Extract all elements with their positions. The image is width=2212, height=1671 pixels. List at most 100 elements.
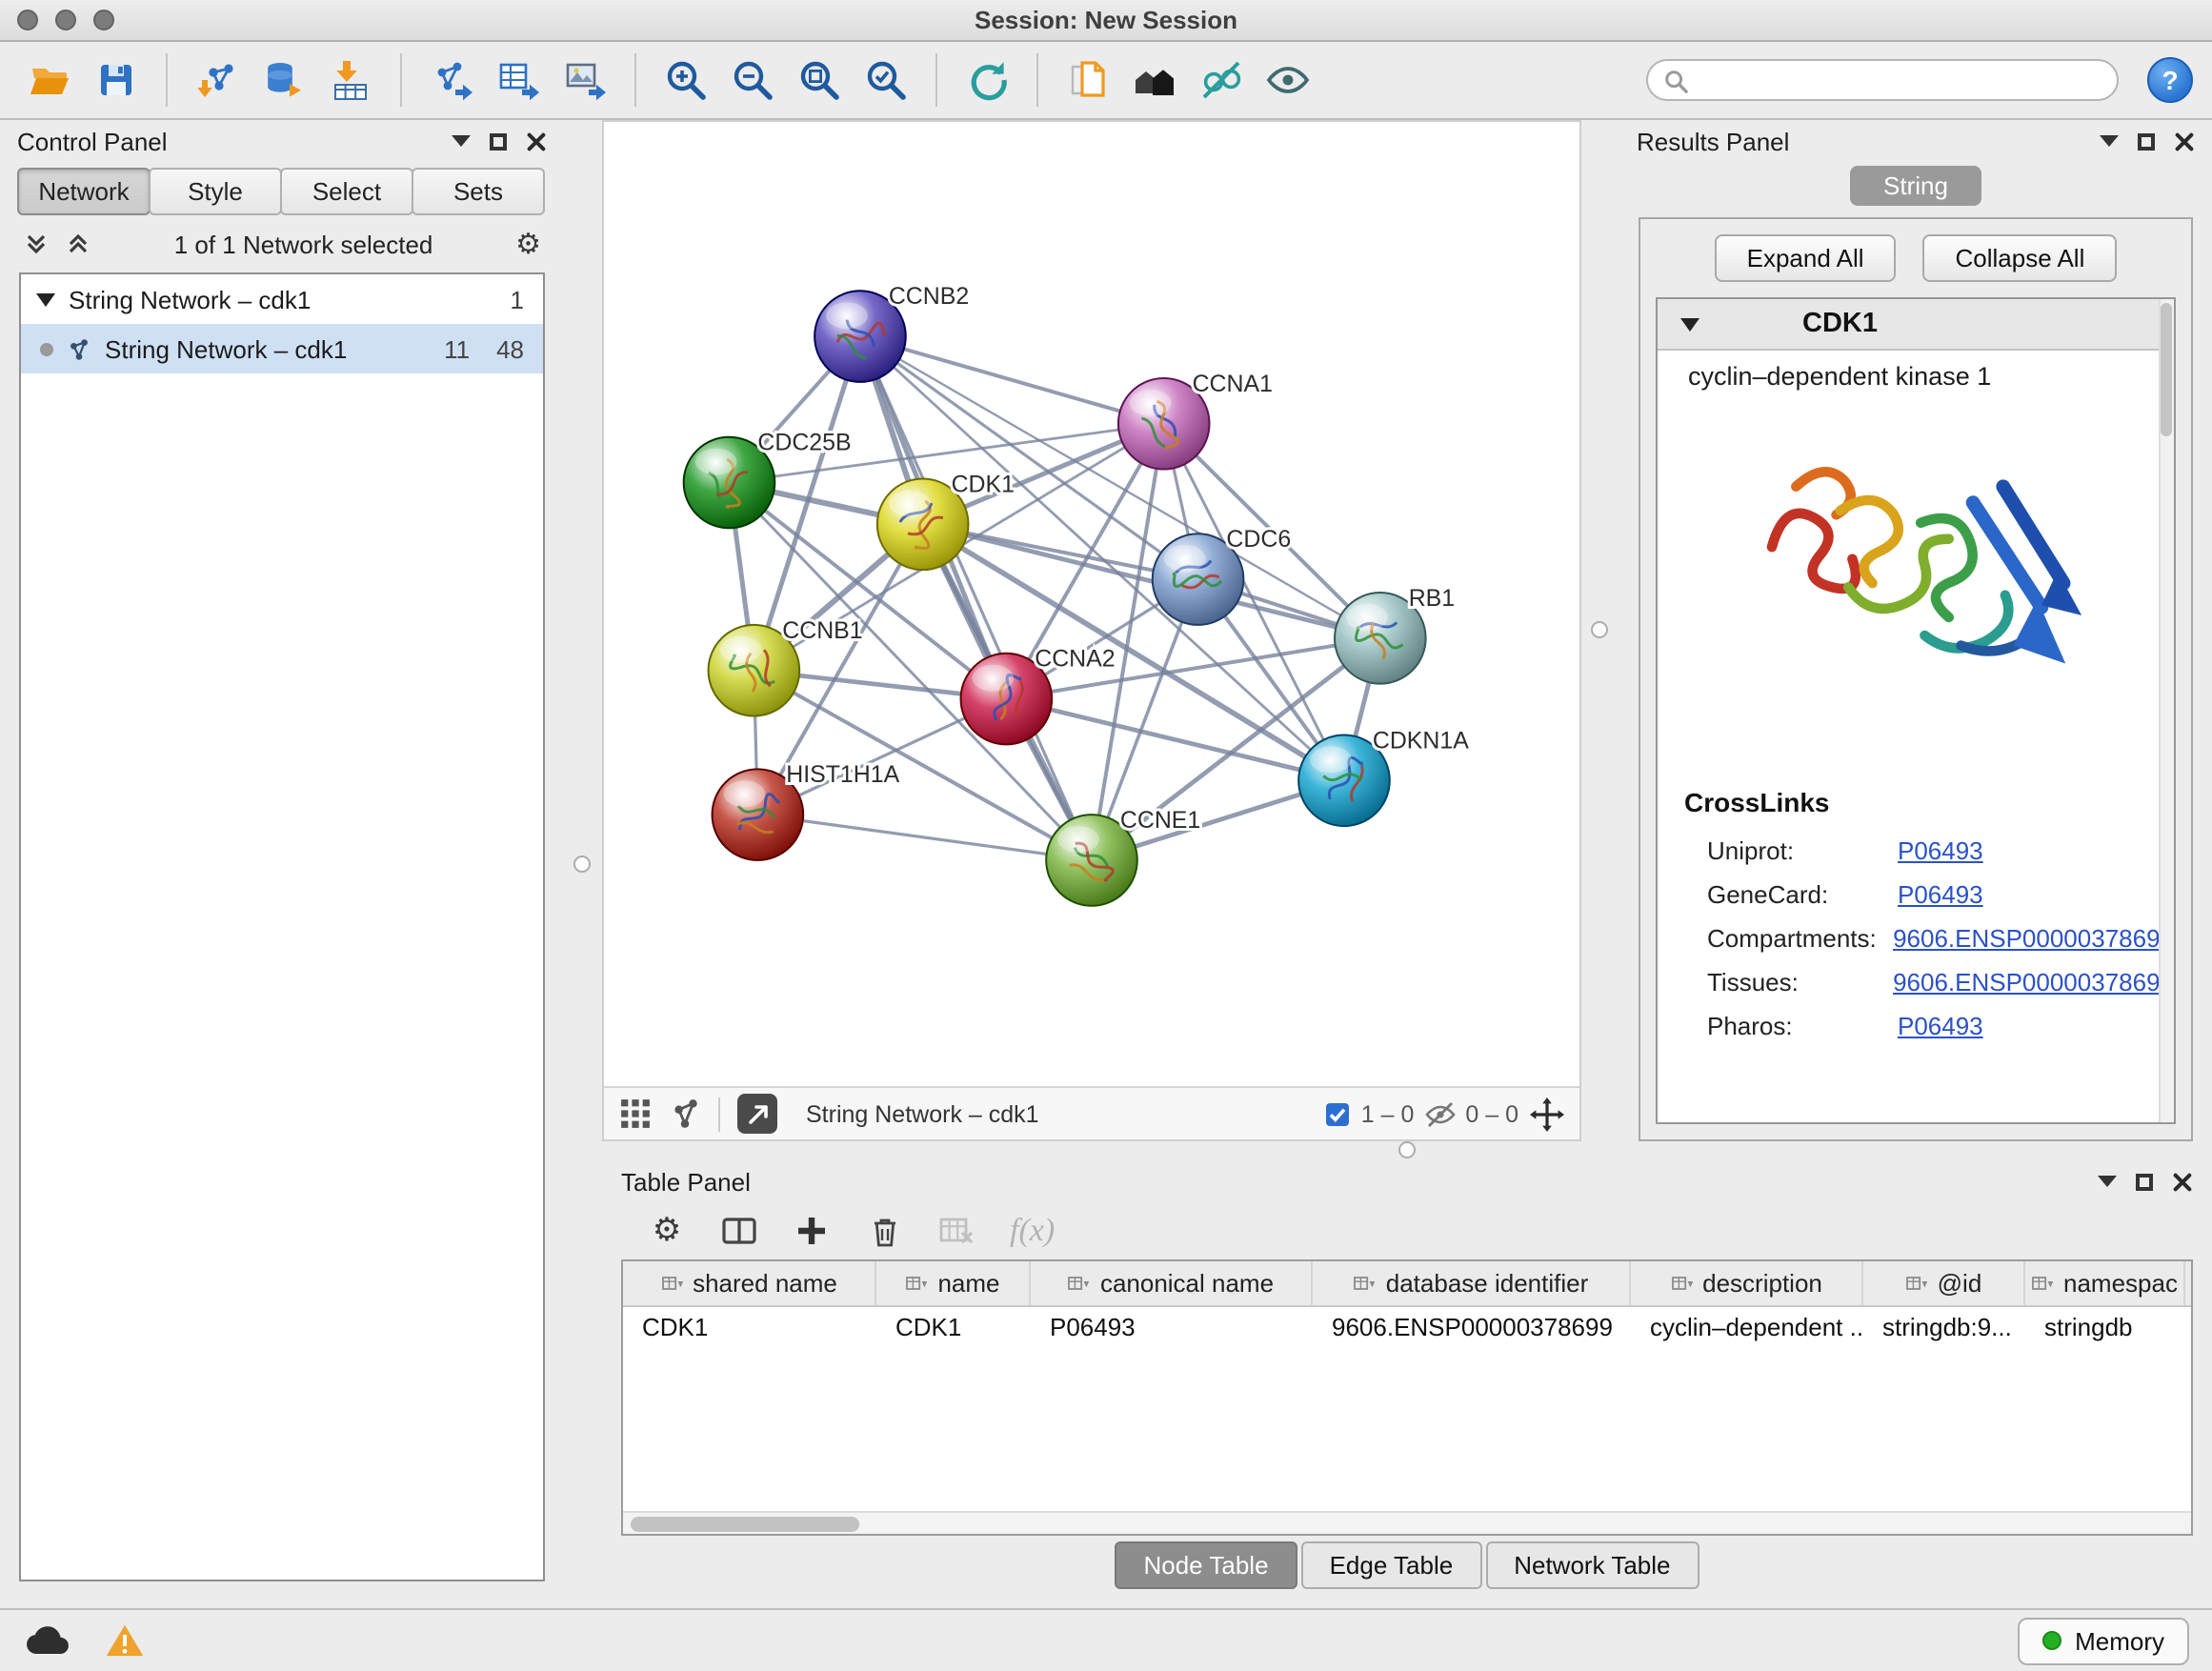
network-graph[interactable]: CCNB2CCNA1CDC25BCDK1CDC6RB1CCNB1CCNA2CDK… — [604, 122, 1579, 1086]
tab-style[interactable]: Style — [149, 168, 282, 215]
table-cell: stringdb — [2025, 1307, 2185, 1349]
network-edge-CCNE1-HIST1H1A[interactable] — [757, 815, 1092, 860]
gene-section-header[interactable]: CDK1 — [1658, 299, 2174, 351]
import-table-button[interactable] — [320, 50, 381, 111]
collapse-panel-icon[interactable] — [2100, 135, 2119, 147]
import-network-file-button[interactable] — [187, 50, 248, 111]
column-header-namespac[interactable]: namespac — [2025, 1261, 2185, 1305]
close-window-button[interactable] — [17, 10, 38, 30]
splitter-handle[interactable] — [1398, 1141, 1415, 1158]
tab-network-table[interactable]: Network Table — [1485, 1540, 1699, 1588]
search-input[interactable] — [1698, 67, 2101, 93]
column-header-name[interactable]: name — [876, 1261, 1031, 1305]
network-edge-CDK1-RB1[interactable] — [923, 524, 1380, 638]
show-hide-button[interactable] — [1257, 50, 1318, 111]
tab-network[interactable]: Network — [17, 168, 151, 215]
eye-icon — [1265, 57, 1311, 103]
add-column-icon[interactable] — [793, 1212, 831, 1250]
zoom-selected-button[interactable] — [855, 50, 916, 111]
cloud-button[interactable] — [23, 1620, 72, 1661]
expand-all-button[interactable]: Expand All — [1715, 234, 1897, 282]
crosslinks-list: Uniprot:P06493GeneCard:P06493Compartment… — [1658, 829, 2174, 1048]
zoom-out-button[interactable] — [722, 50, 783, 111]
zoom-window-button[interactable] — [93, 10, 114, 30]
delete-column-trash-icon[interactable] — [865, 1212, 903, 1250]
open-session-button[interactable] — [19, 50, 80, 111]
network-edge-CCNB2-CCNA1[interactable] — [860, 336, 1164, 424]
splitter-handle[interactable] — [573, 855, 591, 872]
float-panel-icon[interactable] — [490, 132, 507, 150]
annotation-mode-button[interactable] — [737, 1094, 777, 1134]
collapse-panel-icon[interactable] — [2098, 1176, 2117, 1187]
table-row[interactable]: CDK1CDK1P064939606.ENSP00000378699cyclin… — [623, 1307, 2191, 1349]
column-header-canonical-name[interactable]: canonical name — [1031, 1261, 1313, 1305]
crosslink-value[interactable]: 9606.ENSP00000378699 — [1893, 968, 2174, 997]
zoom-fit-button[interactable] — [789, 50, 850, 111]
column-header-shared-name[interactable]: shared name — [623, 1261, 876, 1305]
crosslink-value[interactable]: 9606.ENSP00000378699 — [1893, 924, 2174, 953]
documents-button[interactable] — [1057, 50, 1118, 111]
close-panel-icon[interactable] — [526, 131, 547, 151]
memory-button[interactable]: Memory — [2018, 1617, 2189, 1664]
close-panel-icon[interactable] — [2172, 1171, 2193, 1192]
panel-splitter[interactable] — [602, 1141, 2212, 1160]
import-network-database-button[interactable] — [253, 50, 314, 111]
export-network-button[interactable] — [421, 50, 482, 111]
document-icon — [1065, 57, 1111, 103]
crosslinks-title: CrossLinks — [1684, 787, 2174, 817]
disclosure-triangle-icon[interactable] — [36, 292, 55, 306]
splitter-handle[interactable] — [1591, 621, 1608, 638]
network-row-label: String Network – cdk1 — [105, 334, 347, 363]
horizontal-scrollbar-thumb[interactable] — [631, 1517, 859, 1532]
network-collection-count: 1 — [511, 285, 524, 313]
control-panel: Control Panel NetworkStyleSelectSets 1 o… — [0, 120, 564, 1608]
tab-sets[interactable]: Sets — [412, 168, 545, 215]
collapse-all-icon[interactable] — [23, 231, 50, 257]
show-columns-icon[interactable] — [720, 1212, 758, 1250]
tab-string[interactable]: String — [1849, 166, 1982, 206]
panel-splitter[interactable] — [564, 120, 602, 1608]
tab-select[interactable]: Select — [280, 168, 413, 215]
crosslink-label: Pharos: — [1707, 1012, 1898, 1040]
column-header--id[interactable]: @id — [1863, 1261, 2025, 1305]
float-panel-icon[interactable] — [2136, 1173, 2153, 1190]
column-header-description[interactable]: description — [1631, 1261, 1863, 1305]
export-image-button[interactable] — [554, 50, 615, 111]
results-scrollbar-thumb[interactable] — [2161, 303, 2172, 436]
network-collection-row[interactable]: String Network – cdk1 1 — [21, 274, 543, 324]
help-button[interactable]: ? — [2147, 57, 2193, 103]
expand-all-icon[interactable] — [65, 231, 91, 257]
save-session-button[interactable] — [86, 50, 147, 111]
tab-edge-table[interactable]: Edge Table — [1301, 1540, 1482, 1588]
network-canvas[interactable]: CCNB2CCNA1CDC25BCDK1CDC6RB1CCNB1CCNA2CDK… — [604, 122, 1579, 1086]
export-table-button[interactable] — [488, 50, 549, 111]
warnings-button[interactable] — [99, 1620, 149, 1661]
apply-layout-button[interactable] — [956, 50, 1017, 111]
close-panel-icon[interactable] — [2174, 131, 2195, 151]
horizontal-scrollbar[interactable] — [623, 1511, 2191, 1534]
results-scrollbar[interactable] — [2159, 299, 2174, 1122]
crosslink-value[interactable]: P06493 — [1898, 836, 1983, 865]
column-header-database-identifier[interactable]: database identifier — [1313, 1261, 1631, 1305]
export-image-icon — [562, 57, 608, 103]
network-view-icon[interactable] — [669, 1097, 701, 1130]
gear-icon[interactable]: ⚙ — [515, 230, 541, 258]
pan-move-icon[interactable] — [1530, 1097, 1564, 1131]
crosslink-value[interactable]: P06493 — [1898, 880, 1983, 909]
collapse-panel-icon[interactable] — [452, 135, 471, 147]
table-settings-gear-icon[interactable]: ⚙ — [648, 1212, 686, 1250]
crosslink-value[interactable]: P06493 — [1898, 1012, 1983, 1040]
collapse-all-button[interactable]: Collapse All — [1923, 234, 2118, 282]
panel-splitter[interactable] — [1581, 120, 1619, 1141]
zoom-in-button[interactable] — [655, 50, 716, 111]
network-row[interactable]: String Network – cdk1 11 48 — [21, 324, 543, 373]
section-disclosure-icon[interactable] — [1680, 317, 1699, 331]
hidden-eye-icon[interactable] — [1425, 1100, 1456, 1127]
overview-button[interactable] — [1124, 50, 1185, 111]
minimize-window-button[interactable] — [55, 10, 76, 30]
tab-node-table[interactable]: Node Table — [1115, 1540, 1297, 1588]
hide-glass-balls-button[interactable] — [1191, 50, 1252, 111]
checkbox-icon[interactable] — [1325, 1100, 1352, 1127]
grid-view-icon[interactable] — [619, 1097, 652, 1130]
float-panel-icon[interactable] — [2138, 132, 2155, 150]
